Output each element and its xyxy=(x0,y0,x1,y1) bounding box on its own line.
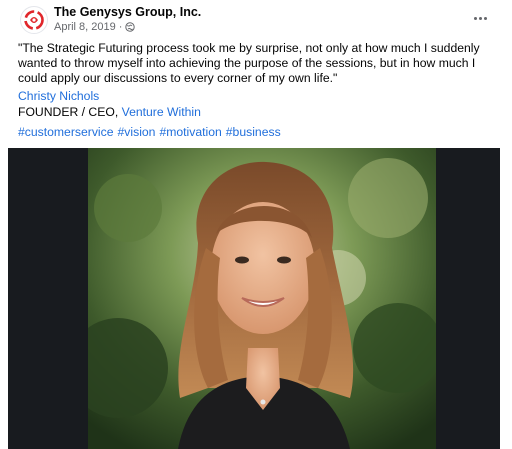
facebook-post: The Genysys Group, Inc. April 8, 2019 · … xyxy=(0,0,512,449)
more-dot xyxy=(478,16,482,20)
author-role-text: FOUNDER / CEO, xyxy=(18,105,119,119)
hashtag-link[interactable]: #customerservice xyxy=(18,125,114,139)
post-body-text: "The Strategic Futuring process took me … xyxy=(18,41,480,85)
hashtag-link[interactable]: #business xyxy=(226,125,281,139)
author-name-link[interactable]: Christy Nichols xyxy=(18,89,99,103)
genysys-logo-icon xyxy=(24,10,44,30)
hashtags: #customerservice #vision #motivation #bu… xyxy=(18,125,281,139)
hashtag-link[interactable]: #motivation xyxy=(159,125,221,139)
author-role: FOUNDER / CEO, Venture Within xyxy=(18,105,201,119)
more-dot xyxy=(473,16,477,20)
post-photo-frame xyxy=(8,148,500,449)
post-date[interactable]: April 8, 2019 xyxy=(54,21,116,33)
author-company-link[interactable]: Venture Within xyxy=(122,105,201,119)
post-header: The Genysys Group, Inc. April 8, 2019 · xyxy=(0,0,512,38)
globe-icon[interactable] xyxy=(125,22,136,32)
meta-separator: · xyxy=(118,21,123,33)
more-dot xyxy=(483,16,487,20)
more-options-icon[interactable] xyxy=(468,8,492,28)
page-avatar[interactable] xyxy=(20,6,48,34)
post-meta: April 8, 2019 · xyxy=(54,21,136,33)
page-name[interactable]: The Genysys Group, Inc. xyxy=(54,5,201,19)
hashtag-link[interactable]: #vision xyxy=(118,125,156,139)
post-photo[interactable] xyxy=(88,148,436,449)
portrait-image xyxy=(88,148,436,449)
